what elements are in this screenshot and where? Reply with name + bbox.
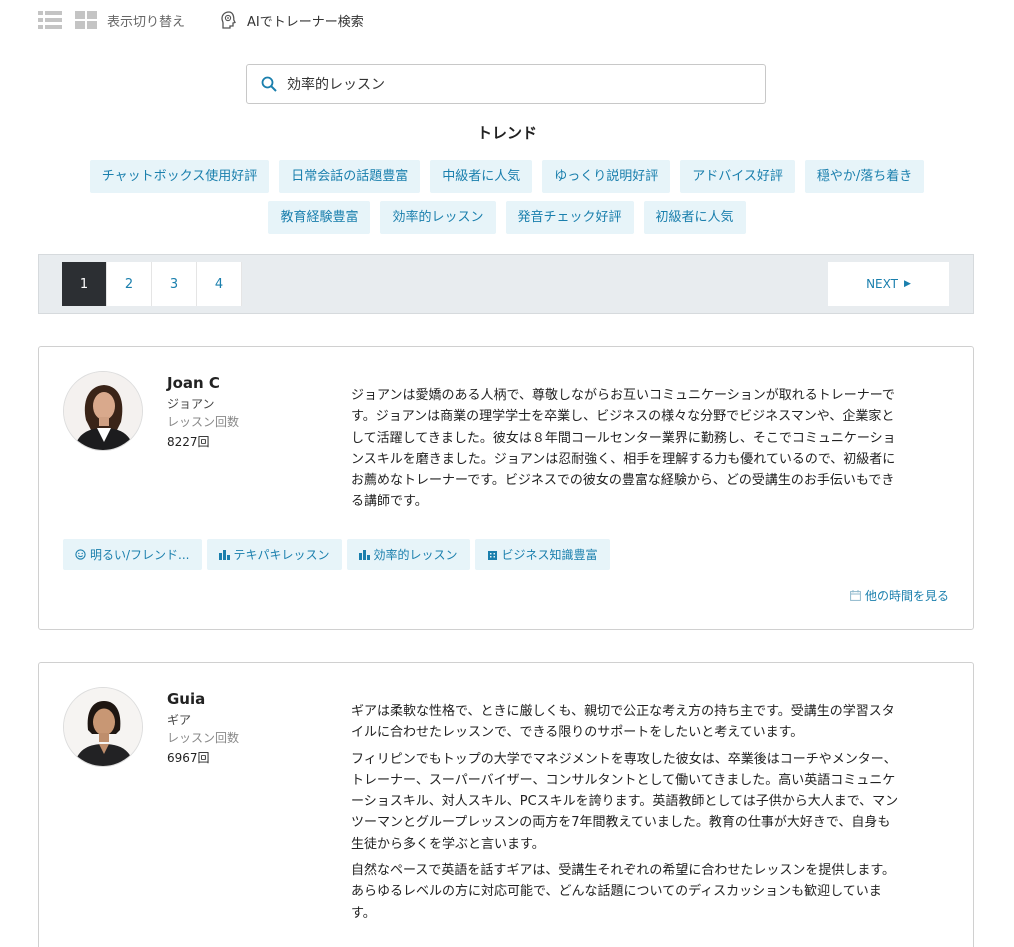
bio-paragraph: ギアは柔軟な性格で、ときに厳しくも、親切で公正な考え方の持ち主です。受講生の学習… xyxy=(351,704,895,741)
trend-tag[interactable]: 効率的レッスン xyxy=(380,201,496,234)
chip-label: 明るい/フレンド... xyxy=(90,548,190,562)
page-1-button[interactable]: 1 xyxy=(62,262,107,306)
trend-tag[interactable]: 発音チェック好評 xyxy=(505,201,634,234)
feature-chip[interactable]: テキパキレッスン xyxy=(206,539,342,570)
chip-label: 効率的レッスン xyxy=(373,548,458,562)
ai-trainer-search-button[interactable]: AIでトレーナー検索 xyxy=(219,10,364,30)
calendar-icon xyxy=(850,590,861,601)
trainer-avatar[interactable] xyxy=(63,371,143,451)
feature-chip[interactable]: 明るい/フレンド... xyxy=(63,539,202,570)
pagination-bar: 1 2 3 4 NEXT ▶ xyxy=(38,254,974,314)
search-value: 効率的レッスン xyxy=(287,77,385,93)
trend-tag[interactable]: アドバイス好評 xyxy=(680,160,795,193)
trainer-name[interactable]: Guia xyxy=(167,690,205,708)
next-page-button[interactable]: NEXT ▶ xyxy=(828,262,949,306)
trend-tag[interactable]: 穏やか/落ち着き xyxy=(804,160,925,193)
trainer-kana: ギア xyxy=(167,713,192,727)
trend-tags-row1: チャットボックス使用好評 日常会話の話題豊富 中級者に人気 ゆっくり説明好評 ア… xyxy=(0,160,1014,193)
trainer-card[interactable]: Joan C ジョアン レッスン回数 8227回 ジョアンは愛嬌のある人柄で、尊… xyxy=(38,346,974,630)
chip-label: テキパキレッスン xyxy=(233,548,330,562)
page-3-button[interactable]: 3 xyxy=(152,262,197,306)
page-4-button[interactable]: 4 xyxy=(197,262,242,306)
trainer-kana: ジョアン xyxy=(167,397,215,411)
feature-chip[interactable]: 効率的レッスン xyxy=(346,539,470,570)
trend-tag[interactable]: 教育経験豊富 xyxy=(268,201,371,234)
trainer-bio: ギアは柔軟な性格で、ときに厳しくも、親切で公正な考え方の持ち主です。受講生の学習… xyxy=(351,701,903,924)
view-toggle-label[interactable]: 表示切り替え xyxy=(107,11,185,30)
trend-tag[interactable]: ゆっくり説明好評 xyxy=(542,160,671,193)
caret-right-icon: ▶ xyxy=(903,279,911,289)
chip-label: ビジネス知識豊富 xyxy=(501,548,598,562)
bio-paragraph: フィリピンでもトップの大学でマネジメントを専攻した彼女は、卒業後はコーチやメンタ… xyxy=(351,751,899,852)
ai-search-label: AIでトレーナー検索 xyxy=(247,14,364,30)
next-label: NEXT xyxy=(866,277,898,291)
page-list: 1 2 3 4 xyxy=(62,262,242,306)
bar-chart-icon xyxy=(218,550,230,560)
feature-chip[interactable]: ビジネス知識豊富 xyxy=(474,539,610,570)
lesson-count-label: レッスン回数 xyxy=(167,731,240,745)
trend-tag[interactable]: 中級者に人気 xyxy=(430,160,533,193)
bio-paragraph: 自然なペースで英語を話すギアは、受講生それぞれの希望に合わせたレッスンを提供しま… xyxy=(351,863,896,921)
search-input[interactable]: 効率的レッスン xyxy=(246,64,766,104)
more-times-label: 他の時間を見る xyxy=(864,589,949,603)
bio-paragraph: ジョアンは愛嬌のある人柄で、尊敬しながらお互いコミュニケーションが取れるトレーナ… xyxy=(351,388,896,510)
bar-chart-icon xyxy=(358,550,370,560)
trainer-feature-chips: 明るい/フレンド... テキパキレッスン 効率的レッスン ビジネス知識豊富 xyxy=(63,539,610,570)
building-icon xyxy=(487,551,497,560)
trend-tag[interactable]: チャットボックス使用好評 xyxy=(89,160,270,193)
trainer-bio: ジョアンは愛嬌のある人柄で、尊敬しながらお互いコミュニケーションが取れるトレーナ… xyxy=(351,385,903,513)
lesson-count-label: レッスン回数 xyxy=(167,415,240,429)
search-icon xyxy=(261,76,277,92)
lesson-count: 6967回 xyxy=(167,751,210,765)
trainer-name[interactable]: Joan C xyxy=(167,374,220,392)
smile-icon xyxy=(75,549,86,560)
trend-title: トレンド xyxy=(476,124,537,142)
list-view-icon[interactable] xyxy=(37,10,63,30)
trend-tag[interactable]: 初級者に人気 xyxy=(643,201,746,234)
brain-head-icon xyxy=(221,11,236,29)
view-toolbar: 表示切り替え AIでトレーナー検索 xyxy=(37,8,364,32)
trend-tag[interactable]: 日常会話の話題豊富 xyxy=(279,160,421,193)
trainer-avatar[interactable] xyxy=(63,687,143,767)
trainer-card[interactable]: Guia ギア レッスン回数 6967回 ギアは柔軟な性格で、ときに厳しくも、親… xyxy=(38,662,974,947)
lesson-count: 8227回 xyxy=(167,435,210,449)
trend-tags-row2: 教育経験豊富 効率的レッスン 発音チェック好評 初級者に人気 xyxy=(0,201,1014,234)
more-times-link[interactable]: 他の時間を見る xyxy=(850,587,949,604)
grid-view-icon[interactable] xyxy=(73,10,99,30)
page-2-button[interactable]: 2 xyxy=(107,262,152,306)
